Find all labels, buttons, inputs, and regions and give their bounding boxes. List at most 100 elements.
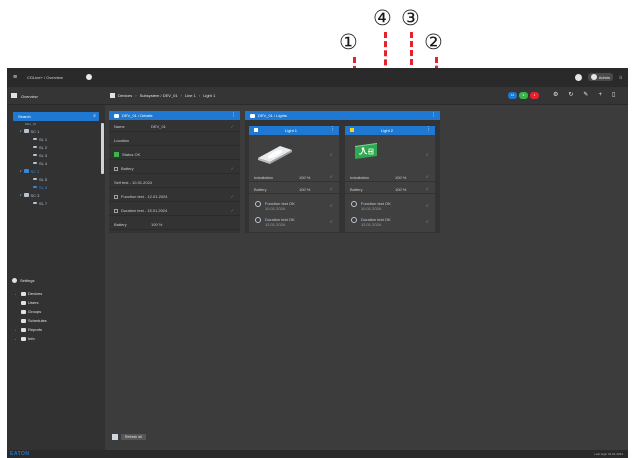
tree-item[interactable]: ▾ SC 2	[20, 167, 39, 175]
sidebar-scrollbar[interactable]	[101, 123, 104, 174]
status-badge-ok[interactable]: 3	[519, 92, 528, 99]
function-test-item[interactable]: Function test OK 10.01.2024 ✓	[345, 198, 435, 212]
detail-row-label: Status OK	[122, 152, 141, 157]
breadcrumb-separator: ›	[198, 93, 201, 98]
tree-item-label: SL 5	[39, 176, 48, 182]
callout-3: ③	[401, 6, 420, 30]
app-window: ≡ CGLine+ / Overview Admin ⠿ Overview De…	[7, 68, 628, 458]
warning-status-icon	[350, 128, 354, 132]
device-icon	[23, 169, 29, 173]
detail-row: Status OK	[109, 150, 240, 160]
breadcrumb-item[interactable]: Devices	[118, 93, 132, 98]
chevron-down-icon[interactable]: ▾	[20, 193, 22, 197]
detail-row: Battery 100 %	[109, 220, 240, 230]
duration-test-date: 12.01.2024	[361, 222, 382, 227]
detail-row-label: Duration test - 15.01.2024	[121, 208, 168, 213]
chevron-down-icon[interactable]: ▾	[20, 129, 22, 133]
apps-grid-icon[interactable]: ⠿	[619, 75, 622, 80]
check-icon: ✓	[425, 219, 429, 224]
checkbox[interactable]	[114, 208, 118, 213]
main-content: DEV_01 / Details ⋮ Name DEV_01 ✓ Location St…	[105, 105, 628, 450]
tree-item[interactable]: SL 6	[33, 183, 47, 191]
light-card[interactable]: Light 2 ⋮ ✓ Installation 100 % ✓ Battery…	[345, 126, 435, 232]
notification-icon[interactable]	[574, 73, 582, 81]
function-test-icon	[351, 201, 357, 207]
status-badge-error[interactable]: 1	[530, 92, 539, 99]
card-row-value: 100 %	[299, 187, 311, 192]
breadcrumb-separator: ›	[135, 93, 137, 98]
breadcrumb-item[interactable]: Subsystem / DEV_01	[140, 93, 178, 98]
check-icon: ✓	[230, 208, 234, 213]
card-row-label: Battery	[254, 187, 267, 192]
breadcrumb-separator: ›	[180, 93, 182, 98]
refresh-icon[interactable]: ↻	[568, 92, 573, 99]
device-icon	[23, 129, 29, 133]
breadcrumb-item[interactable]: Light 1	[203, 93, 215, 98]
status-badge-info[interactable]: 12	[508, 92, 517, 99]
tree-item[interactable]: SL 7	[33, 199, 47, 207]
tree-item[interactable]: ▾ SC 1	[20, 127, 39, 135]
more-icon[interactable]: ⋮	[330, 127, 335, 132]
chevron-right-icon[interactable]: ›	[15, 292, 19, 296]
detail-row[interactable]: Battery ✓	[109, 164, 240, 174]
tree-item[interactable]: SL 5	[33, 175, 47, 183]
gear-icon	[12, 277, 17, 283]
nav-item[interactable]: › Info	[15, 334, 35, 343]
battery-icon[interactable]: ▯	[612, 92, 615, 99]
more-icon[interactable]: ⋮	[231, 113, 236, 118]
nav-item[interactable]: › Devices	[15, 289, 42, 298]
chevron-right-icon[interactable]: ›	[15, 337, 19, 341]
tree-item-label: SC 2	[30, 168, 40, 174]
menu-icon[interactable]: ≡	[13, 74, 17, 81]
tree-item-label: SC 1	[30, 128, 40, 134]
nav-item-icon	[21, 291, 26, 296]
brand-logo: EATON	[10, 451, 30, 457]
check-icon: ✓	[230, 194, 234, 199]
checkbox[interactable]	[114, 194, 118, 199]
detail-row: Location	[109, 136, 240, 146]
add-icon[interactable]: +	[598, 92, 602, 99]
check-icon: ✓	[329, 186, 333, 191]
duration-test-item[interactable]: Duration test OK 12.01.2024 ✓	[249, 214, 339, 228]
chevron-down-icon[interactable]: ▾	[20, 169, 22, 173]
tree-item[interactable]: ▾ SC 3	[20, 191, 39, 199]
nav-item-label: Info	[28, 336, 35, 341]
checkbox[interactable]	[114, 166, 118, 171]
tree-item[interactable]: SL 2	[33, 143, 47, 151]
detail-row[interactable]: Duration test - 15.01.2024 ✓	[109, 206, 240, 216]
check-icon: ✓	[425, 186, 429, 191]
tree-item[interactable]: SL 1	[33, 135, 47, 143]
check-icon: ✓	[329, 203, 333, 208]
duration-test-item[interactable]: Duration test OK 12.01.2024 ✓	[345, 214, 435, 228]
function-test-item[interactable]: Function test OK 10.01.2024 ✓	[249, 198, 339, 212]
edit-icon[interactable]: ✎	[583, 92, 588, 99]
card-row: Battery 100 % ✓	[249, 184, 339, 194]
search-placeholder: Search	[18, 114, 31, 119]
nav-item[interactable]: Schedules	[15, 316, 47, 325]
breadcrumb-item[interactable]: Line 1	[185, 93, 196, 98]
nav-item-icon	[21, 309, 26, 314]
nav-item[interactable]: › Reports	[15, 325, 42, 334]
search-input[interactable]: Search ⌕	[13, 112, 99, 121]
tree-item[interactable]: SL 3	[33, 151, 47, 159]
nav-item[interactable]: Groups	[15, 307, 41, 316]
light-icon	[33, 162, 37, 164]
detail-row[interactable]: Function test - 12.01.2024 ✓	[109, 192, 240, 202]
sidebar: Search ⌕ DEV_01 ▾ SC 1 SL 1 SL 2 SL 3 SL 4 ▾ SC…	[7, 105, 105, 450]
user-menu[interactable]: Admin	[587, 73, 614, 81]
detail-row-label: Function test - 12.01.2024	[121, 194, 168, 199]
chevron-right-icon[interactable]: ›	[15, 328, 19, 332]
device-icon	[110, 93, 115, 98]
more-icon[interactable]: ⋮	[431, 113, 436, 118]
device-icon	[23, 193, 29, 197]
more-icon[interactable]: ⋮	[426, 127, 431, 132]
light-card[interactable]: Light 1 ⋮ ✓ Installation 100 % ✓ Battery	[249, 126, 339, 232]
settings-icon[interactable]: ⚙	[553, 92, 558, 99]
refresh-all-button[interactable]: Refresh all	[112, 434, 146, 440]
detail-row-value: 100 %	[151, 222, 163, 227]
tree-item[interactable]: SL 4	[33, 159, 47, 167]
card-check-icon: ✓	[329, 152, 333, 157]
light-icon	[33, 146, 37, 148]
light-card-header: Light 2 ⋮	[345, 126, 435, 135]
nav-item[interactable]: Users	[15, 298, 38, 307]
